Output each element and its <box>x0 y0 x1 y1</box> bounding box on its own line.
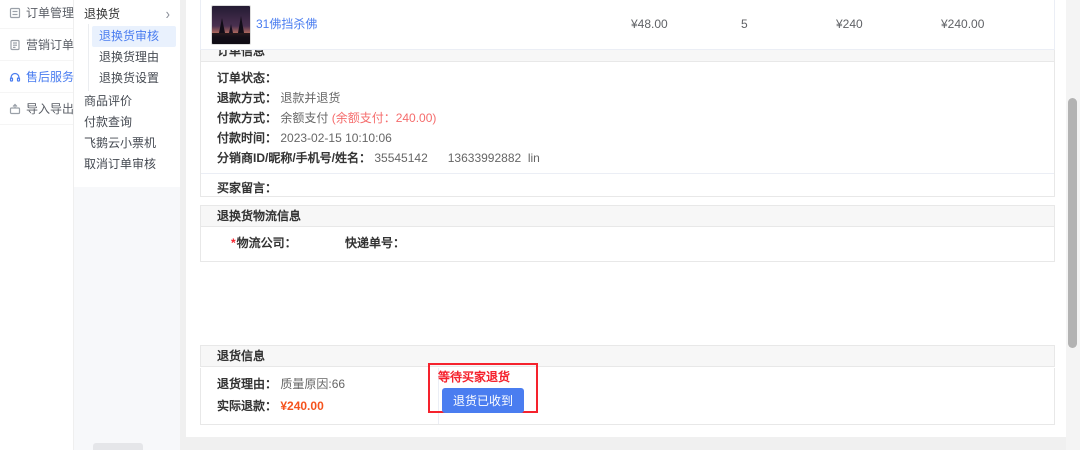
logistics-row: *物流公司： 快递单号： <box>201 227 1054 260</box>
distributor-row: 分销商ID/昵称/手机号/姓名： 35545142 13633992882 li… <box>217 148 1038 168</box>
refund-amount-cell: ¥240.00 <box>941 0 984 48</box>
order-status-row: 订单状态： <box>217 68 1038 88</box>
product-name-link[interactable]: 31佛挡杀佛 <box>256 0 317 48</box>
marketing-order-icon <box>9 39 21 51</box>
logistics-company-label: *物流公司： <box>231 227 297 260</box>
required-asterisk: * <box>231 236 236 250</box>
balance-paid-amount: (余额支付：240.00) <box>332 111 437 125</box>
order-info-rows: 订单状态： 退款方式： 退款并退货 付款方式： 余额支付 (余额支付：240.0… <box>201 62 1054 168</box>
return-detail-card: 1 买家申请退货 2023-02-16 18:39:11 2 处理申请 3 处理… <box>186 0 1066 437</box>
after-sales-headset-icon <box>9 71 21 83</box>
menu-item-feie-printer[interactable]: 飞鹅云小票机 <box>74 133 180 154</box>
return-reason-row: 退货理由： 质量原因:66 <box>217 377 345 391</box>
sidebar-item-marketing-orders[interactable]: 营销订单 <box>0 29 73 61</box>
main-page: 1 买家申请退货 2023-02-16 18:39:11 2 处理申请 3 处理… <box>180 0 1080 450</box>
waiting-buyer-return-status: 等待买家退货 <box>438 368 510 385</box>
vertical-scrollbar-thumb[interactable] <box>1068 98 1077 348</box>
sidebar-item-after-sales[interactable]: 售后服务 <box>0 61 73 93</box>
order-list-icon <box>9 7 21 19</box>
payment-method-row: 付款方式： 余额支付 (余额支付：240.00) <box>217 108 1038 128</box>
menu-group-children: 退换货审核 退换货理由 退换货设置 <box>88 24 180 91</box>
goods-received-button[interactable]: 退货已收到 <box>442 388 524 413</box>
secondary-menu: 退换货 › 退换货审核 退换货理由 退换货设置 商品评价 付款查询 飞鹅云小票机… <box>74 0 180 187</box>
tracking-number-label: 快递单号： <box>345 227 405 260</box>
product-table-row: 31佛挡杀佛 ¥48.00 5 ¥240 ¥240.00 <box>200 0 1055 50</box>
subtotal-cell: ¥240 <box>836 0 863 48</box>
sidebar-item-label: 营销订单 <box>26 36 74 53</box>
menu-group-label: 退换货 <box>84 5 166 22</box>
vertical-scrollbar-track[interactable] <box>1066 0 1080 450</box>
menu-item-return-reason[interactable]: 退换货理由 <box>92 47 176 68</box>
product-image[interactable] <box>211 5 251 45</box>
menu-item-payment-query[interactable]: 付款查询 <box>74 112 180 133</box>
menu-item-return-settings[interactable]: 退换货设置 <box>92 68 176 89</box>
sidebar-bottom-handle[interactable] <box>93 443 143 450</box>
chevron-right-icon: › <box>166 6 170 22</box>
return-qty-cell: 5 <box>741 0 748 48</box>
secondary-sidebar: 退换货 › 退换货审核 退换货理由 退换货设置 商品评价 付款查询 飞鹅云小票机… <box>74 0 180 450</box>
menu-item-product-reviews[interactable]: 商品评价 <box>74 91 180 112</box>
sidebar-item-import-export[interactable]: 导入导出 <box>0 93 73 125</box>
logistics-body: *物流公司： 快递单号： <box>200 227 1055 262</box>
order-info-body: 订单状态： 退款方式： 退款并退货 付款方式： 余额支付 (余额支付：240.0… <box>200 62 1055 197</box>
unit-price-cell: ¥48.00 <box>631 0 668 48</box>
import-export-icon <box>9 103 21 115</box>
sidebar-item-label: 售后服务 <box>26 68 74 85</box>
buyer-message-row: 买家留言： <box>201 173 1054 201</box>
refund-method-row: 退款方式： 退款并退货 <box>217 88 1038 108</box>
actual-refund-row: 实际退款： ¥240.00 <box>217 399 324 413</box>
menu-item-cancel-order-review[interactable]: 取消订单审核 <box>74 154 180 175</box>
sidebar-item-label: 导入导出 <box>26 100 74 117</box>
primary-sidebar: 订单管理 营销订单 售后服务 导入导出 <box>0 0 74 450</box>
return-info-header: 退货信息 <box>200 345 1055 367</box>
highlight-annotation-box: 等待买家退货 退货已收到 <box>428 363 538 413</box>
actual-refund-amount: ¥240.00 <box>280 399 323 413</box>
return-info-body: 退货理由： 质量原因:66 实际退款： ¥240.00 <box>200 368 1055 425</box>
sidebar-item-order-management[interactable]: 订单管理 <box>0 0 73 29</box>
menu-item-return-review[interactable]: 退换货审核 <box>92 26 176 47</box>
logistics-header: 退换货物流信息 <box>200 205 1055 227</box>
sidebar-item-label: 订单管理 <box>26 4 74 21</box>
menu-group-returns[interactable]: 退换货 › <box>74 3 180 24</box>
payment-time-row: 付款时间： 2023-02-15 10:10:06 <box>217 128 1038 148</box>
